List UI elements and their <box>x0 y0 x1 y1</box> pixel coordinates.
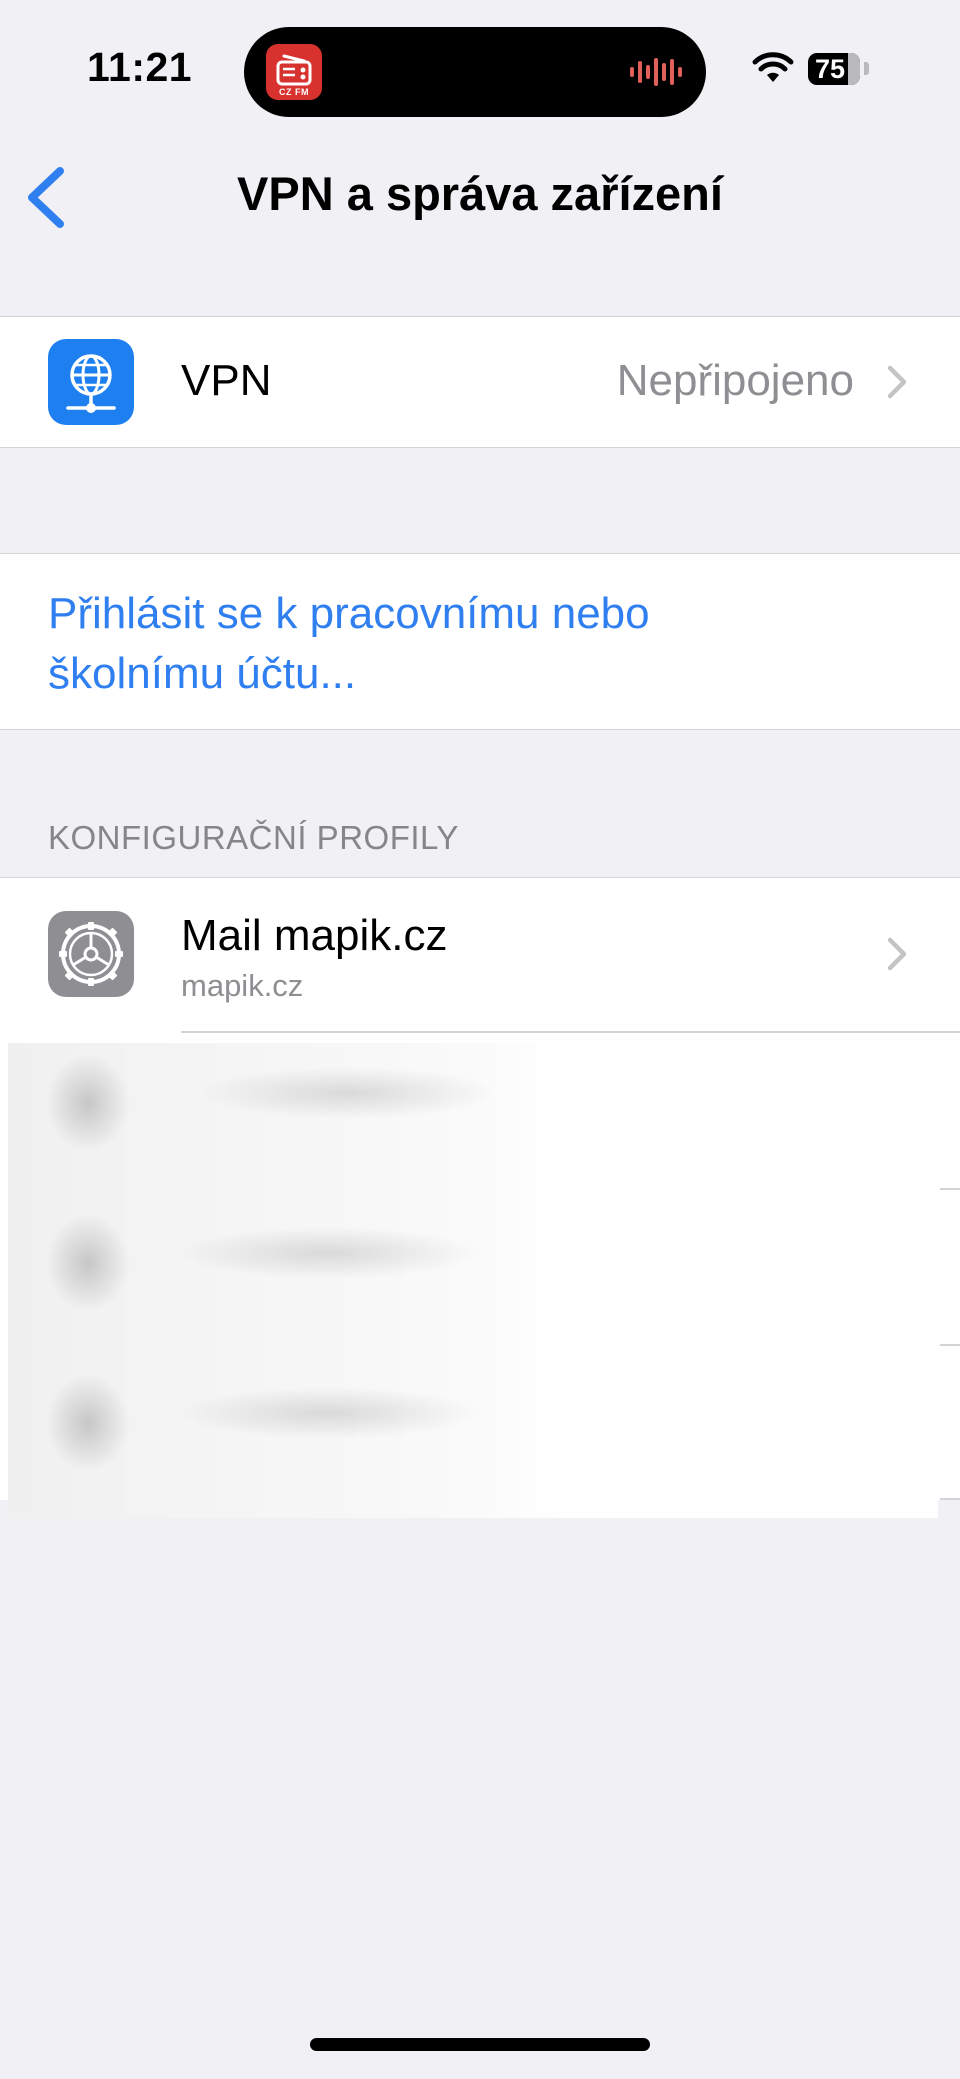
profiles-list: Mail mapik.cz mapik.cz <box>0 877 960 1518</box>
page-title: VPN a správa zařízení <box>237 167 723 220</box>
row-separator <box>940 1188 960 1190</box>
section-header-profiles: KONFIGURAČNÍ PROFILY <box>48 819 459 856</box>
audio-waveform-icon <box>630 58 682 86</box>
profile-subtitle: mapik.cz <box>181 968 304 1003</box>
battery-tip <box>864 62 869 75</box>
redacted-profiles-area <box>8 1043 938 1518</box>
wifi-icon <box>752 52 794 82</box>
row-separator <box>181 1031 960 1033</box>
work-school-account-login-link[interactable]: Přihlásit se k pracovnímu nebo školnímu … <box>48 584 808 704</box>
home-indicator[interactable] <box>310 2038 650 2051</box>
vpn-row[interactable]: VPN Nepřipojeno <box>0 316 960 448</box>
radio-app-icon[interactable]: CZ FM <box>266 44 322 100</box>
vpn-globe-icon <box>48 339 134 425</box>
dynamic-island[interactable]: CZ FM <box>244 27 706 117</box>
chevron-right-icon <box>887 365 907 399</box>
vpn-label: VPN <box>181 356 272 405</box>
settings-gear-icon <box>48 911 134 997</box>
chevron-right-icon <box>887 937 907 971</box>
battery-level: 75 <box>814 54 846 84</box>
vpn-status: Nepřipojeno <box>616 356 854 405</box>
profile-title: Mail mapik.cz <box>181 911 448 960</box>
work-account-login-group: Přihlásit se k pracovnímu nebo školnímu … <box>0 553 960 730</box>
screen: 11:21 CZ FM 75 VPN a správa zařízení VPN… <box>0 0 960 2079</box>
profile-row[interactable]: Mail mapik.cz mapik.cz <box>0 878 960 1033</box>
status-time: 11:21 <box>87 44 193 90</box>
row-separator <box>940 1498 960 1500</box>
radio-app-label: CZ FM <box>279 87 309 97</box>
row-separator <box>940 1344 960 1346</box>
